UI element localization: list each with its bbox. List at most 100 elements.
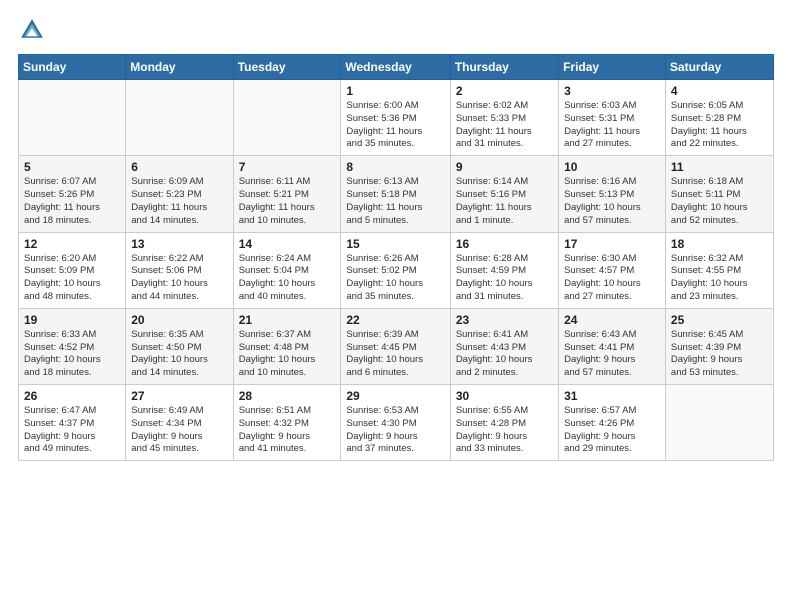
- day-cell: [19, 80, 126, 156]
- day-info: Sunrise: 6:11 AM Sunset: 5:21 PM Dayligh…: [239, 176, 336, 227]
- day-cell: 4 Sunrise: 6:05 AM Sunset: 5:28 PM Daylig…: [665, 80, 773, 156]
- day-info: Sunrise: 6:57 AM Sunset: 4:26 PM Dayligh…: [564, 405, 660, 456]
- header: [18, 16, 774, 44]
- day-cell: 9 Sunrise: 6:14 AM Sunset: 5:16 PM Daylig…: [450, 156, 558, 232]
- logo-icon: [18, 16, 46, 44]
- day-info: Sunrise: 6:07 AM Sunset: 5:26 PM Dayligh…: [24, 176, 120, 227]
- day-cell: 6 Sunrise: 6:09 AM Sunset: 5:23 PM Daylig…: [126, 156, 233, 232]
- day-number: 10: [564, 160, 660, 174]
- week-row-5: 26 Sunrise: 6:47 AM Sunset: 4:37 PM Dayli…: [19, 385, 774, 461]
- day-cell: 30Sunrise: 6:55 AM Sunset: 4:28 PM Dayli…: [450, 385, 558, 461]
- day-info: Sunrise: 6:51 AM Sunset: 4:32 PM Dayligh…: [239, 405, 336, 456]
- day-cell: 14Sunrise: 6:24 AM Sunset: 5:04 PM Dayli…: [233, 232, 341, 308]
- day-cell: 27Sunrise: 6:49 AM Sunset: 4:34 PM Dayli…: [126, 385, 233, 461]
- day-number: 11: [671, 160, 768, 174]
- day-cell: 12 Sunrise: 6:20 AM Sunset: 5:09 PM Dayli…: [19, 232, 126, 308]
- day-cell: 26 Sunrise: 6:47 AM Sunset: 4:37 PM Dayli…: [19, 385, 126, 461]
- day-info: Sunrise: 6:14 AM Sunset: 5:16 PM Dayligh…: [456, 176, 553, 227]
- day-info: Sunrise: 6:28 AM Sunset: 4:59 PM Dayligh…: [456, 253, 553, 304]
- day-number: 9: [456, 160, 553, 174]
- day-info: Sunrise: 6:03 AM Sunset: 5:31 PM Dayligh…: [564, 100, 660, 151]
- day-number: 12: [24, 237, 120, 251]
- day-cell: 3 Sunrise: 6:03 AM Sunset: 5:31 PM Daylig…: [559, 80, 666, 156]
- calendar-header-row: SundayMondayTuesdayWednesdayThursdayFrid…: [19, 55, 774, 80]
- day-number: 16: [456, 237, 553, 251]
- day-cell: 1Sunrise: 6:00 AM Sunset: 5:36 PM Daylig…: [341, 80, 450, 156]
- day-info: Sunrise: 6:20 AM Sunset: 5:09 PM Dayligh…: [24, 253, 120, 304]
- day-number: 17: [564, 237, 660, 251]
- day-cell: 5 Sunrise: 6:07 AM Sunset: 5:26 PM Daylig…: [19, 156, 126, 232]
- day-number: 31: [564, 389, 660, 403]
- day-cell: 17 Sunrise: 6:30 AM Sunset: 4:57 PM Dayli…: [559, 232, 666, 308]
- week-row-3: 12 Sunrise: 6:20 AM Sunset: 5:09 PM Dayli…: [19, 232, 774, 308]
- day-cell: 15 Sunrise: 6:26 AM Sunset: 5:02 PM Dayli…: [341, 232, 450, 308]
- day-info: Sunrise: 6:32 AM Sunset: 4:55 PM Dayligh…: [671, 253, 768, 304]
- day-cell: 13Sunrise: 6:22 AM Sunset: 5:06 PM Dayli…: [126, 232, 233, 308]
- day-info: Sunrise: 6:02 AM Sunset: 5:33 PM Dayligh…: [456, 100, 553, 151]
- week-row-1: 1Sunrise: 6:00 AM Sunset: 5:36 PM Daylig…: [19, 80, 774, 156]
- day-number: 2: [456, 84, 553, 98]
- day-info: Sunrise: 6:09 AM Sunset: 5:23 PM Dayligh…: [131, 176, 227, 227]
- day-number: 29: [346, 389, 444, 403]
- day-info: Sunrise: 6:39 AM Sunset: 4:45 PM Dayligh…: [346, 329, 444, 380]
- day-number: 8: [346, 160, 444, 174]
- day-number: 13: [131, 237, 227, 251]
- day-cell: 7 Sunrise: 6:11 AM Sunset: 5:21 PM Daylig…: [233, 156, 341, 232]
- day-number: 14: [239, 237, 336, 251]
- day-cell: 21 Sunrise: 6:37 AM Sunset: 4:48 PM Dayli…: [233, 308, 341, 384]
- day-cell: 25Sunrise: 6:45 AM Sunset: 4:39 PM Dayli…: [665, 308, 773, 384]
- day-cell: 11 Sunrise: 6:18 AM Sunset: 5:11 PM Dayli…: [665, 156, 773, 232]
- day-info: Sunrise: 6:41 AM Sunset: 4:43 PM Dayligh…: [456, 329, 553, 380]
- day-number: 26: [24, 389, 120, 403]
- day-cell: 29Sunrise: 6:53 AM Sunset: 4:30 PM Dayli…: [341, 385, 450, 461]
- day-number: 25: [671, 313, 768, 327]
- day-number: 23: [456, 313, 553, 327]
- day-info: Sunrise: 6:55 AM Sunset: 4:28 PM Dayligh…: [456, 405, 553, 456]
- day-info: Sunrise: 6:26 AM Sunset: 5:02 PM Dayligh…: [346, 253, 444, 304]
- day-cell: 18 Sunrise: 6:32 AM Sunset: 4:55 PM Dayli…: [665, 232, 773, 308]
- day-number: 3: [564, 84, 660, 98]
- day-info: Sunrise: 6:13 AM Sunset: 5:18 PM Dayligh…: [346, 176, 444, 227]
- day-number: 6: [131, 160, 227, 174]
- col-header-tuesday: Tuesday: [233, 55, 341, 80]
- day-number: 15: [346, 237, 444, 251]
- day-info: Sunrise: 6:33 AM Sunset: 4:52 PM Dayligh…: [24, 329, 120, 380]
- day-cell: 24Sunrise: 6:43 AM Sunset: 4:41 PM Dayli…: [559, 308, 666, 384]
- day-number: 4: [671, 84, 768, 98]
- week-row-4: 19 Sunrise: 6:33 AM Sunset: 4:52 PM Dayli…: [19, 308, 774, 384]
- day-number: 5: [24, 160, 120, 174]
- day-info: Sunrise: 6:30 AM Sunset: 4:57 PM Dayligh…: [564, 253, 660, 304]
- day-info: Sunrise: 6:00 AM Sunset: 5:36 PM Dayligh…: [346, 100, 444, 151]
- col-header-thursday: Thursday: [450, 55, 558, 80]
- day-info: Sunrise: 6:05 AM Sunset: 5:28 PM Dayligh…: [671, 100, 768, 151]
- day-cell: [233, 80, 341, 156]
- day-cell: 23 Sunrise: 6:41 AM Sunset: 4:43 PM Dayli…: [450, 308, 558, 384]
- day-number: 24: [564, 313, 660, 327]
- col-header-wednesday: Wednesday: [341, 55, 450, 80]
- day-cell: 16 Sunrise: 6:28 AM Sunset: 4:59 PM Dayli…: [450, 232, 558, 308]
- day-number: 21: [239, 313, 336, 327]
- day-info: Sunrise: 6:35 AM Sunset: 4:50 PM Dayligh…: [131, 329, 227, 380]
- day-number: 7: [239, 160, 336, 174]
- day-cell: [126, 80, 233, 156]
- day-info: Sunrise: 6:18 AM Sunset: 5:11 PM Dayligh…: [671, 176, 768, 227]
- day-cell: 2 Sunrise: 6:02 AM Sunset: 5:33 PM Daylig…: [450, 80, 558, 156]
- day-number: 20: [131, 313, 227, 327]
- logo: [18, 16, 51, 44]
- day-number: 18: [671, 237, 768, 251]
- day-info: Sunrise: 6:16 AM Sunset: 5:13 PM Dayligh…: [564, 176, 660, 227]
- day-number: 27: [131, 389, 227, 403]
- day-info: Sunrise: 6:47 AM Sunset: 4:37 PM Dayligh…: [24, 405, 120, 456]
- day-number: 19: [24, 313, 120, 327]
- day-cell: 20 Sunrise: 6:35 AM Sunset: 4:50 PM Dayli…: [126, 308, 233, 384]
- day-cell: 22 Sunrise: 6:39 AM Sunset: 4:45 PM Dayli…: [341, 308, 450, 384]
- col-header-friday: Friday: [559, 55, 666, 80]
- day-number: 22: [346, 313, 444, 327]
- col-header-sunday: Sunday: [19, 55, 126, 80]
- col-header-saturday: Saturday: [665, 55, 773, 80]
- day-info: Sunrise: 6:37 AM Sunset: 4:48 PM Dayligh…: [239, 329, 336, 380]
- day-cell: 10 Sunrise: 6:16 AM Sunset: 5:13 PM Dayli…: [559, 156, 666, 232]
- col-header-monday: Monday: [126, 55, 233, 80]
- day-cell: 8 Sunrise: 6:13 AM Sunset: 5:18 PM Daylig…: [341, 156, 450, 232]
- day-number: 28: [239, 389, 336, 403]
